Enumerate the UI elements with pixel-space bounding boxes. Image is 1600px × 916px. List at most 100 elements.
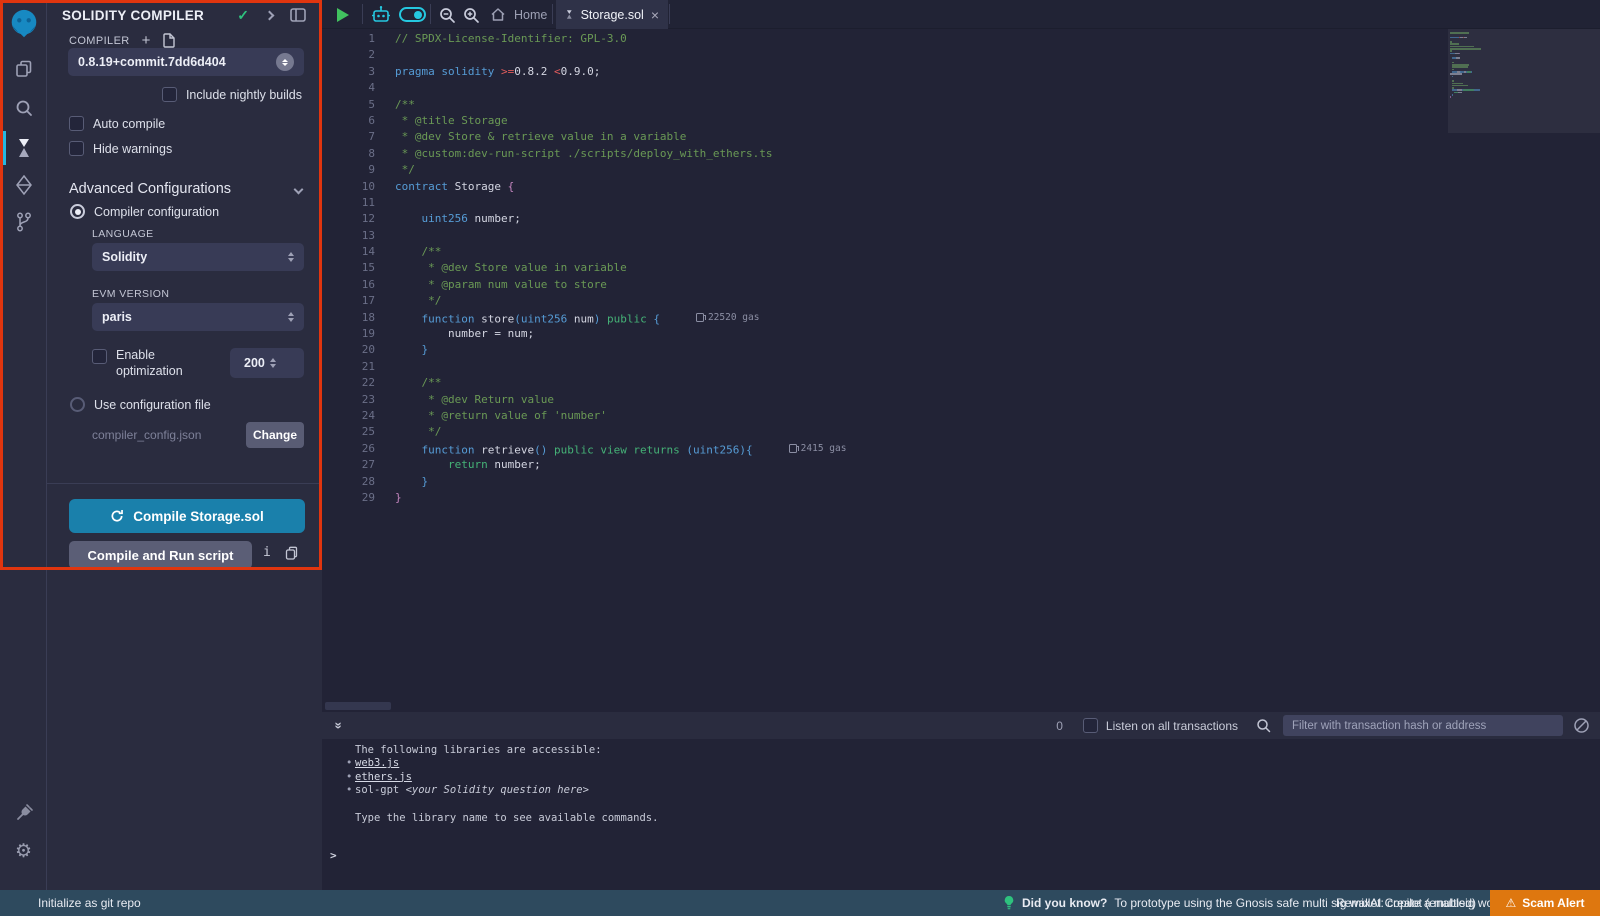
- solidity-compiler-icon: [15, 137, 33, 159]
- compile-button-label: Compile Storage.sol: [133, 509, 264, 524]
- close-tab-icon[interactable]: ×: [651, 8, 659, 22]
- tab-home[interactable]: Home: [482, 0, 555, 29]
- code-line[interactable]: 10contract Storage {: [322, 179, 1440, 195]
- tab-storage-sol[interactable]: Storage.sol ×: [556, 0, 668, 29]
- solidity-compiler-panel: SOLIDITY COMPILER ✓ COMPILER + 0.8.19+co…: [47, 0, 322, 890]
- use-configuration-file-label[interactable]: Use configuration file: [94, 398, 211, 412]
- remix-logo[interactable]: [0, 6, 47, 44]
- sidebar-item-file-explorer[interactable]: [0, 57, 47, 81]
- code-line[interactable]: 14 /**: [322, 244, 1440, 260]
- terminal-link[interactable]: web3.js: [355, 757, 399, 769]
- zoom-in-button[interactable]: [459, 0, 483, 29]
- minimap-slider[interactable]: [1448, 29, 1600, 133]
- gas-estimate-badge: 22520 gas: [696, 310, 759, 326]
- code-line[interactable]: 22 /**: [322, 375, 1440, 391]
- split-panel-icon[interactable]: [290, 8, 306, 22]
- enable-optimization-label[interactable]: Enable optimization: [116, 347, 201, 379]
- add-compiler-icon[interactable]: +: [142, 33, 151, 48]
- code-line[interactable]: 15 * @dev Store value in variable: [322, 260, 1440, 276]
- code-line[interactable]: 12 uint256 number;: [322, 211, 1440, 227]
- code-line[interactable]: 13: [322, 228, 1440, 244]
- compiler-configuration-radio[interactable]: [70, 204, 85, 219]
- code-line[interactable]: 1// SPDX-License-Identifier: GPL-3.0: [322, 31, 1440, 47]
- listen-transactions-label[interactable]: Listen on all transactions: [1106, 719, 1238, 733]
- code-line[interactable]: 18 function store(uint256 num) public {2…: [322, 310, 1440, 326]
- auto-compile-checkbox[interactable]: [69, 116, 84, 131]
- separator: [430, 4, 431, 24]
- listen-transactions-checkbox[interactable]: [1083, 718, 1098, 733]
- config-file-name: compiler_config.json: [92, 428, 201, 442]
- include-nightly-label[interactable]: Include nightly builds: [186, 88, 302, 102]
- sidebar-item-plugin-manager[interactable]: [0, 800, 47, 826]
- code-line[interactable]: 19 number = num;: [322, 326, 1440, 342]
- ai-copilot-button[interactable]: [368, 0, 394, 29]
- use-configuration-file-radio[interactable]: [70, 397, 85, 412]
- git-init-button[interactable]: Initialize as git repo: [38, 890, 141, 916]
- advanced-configurations-header[interactable]: Advanced Configurations: [69, 181, 302, 197]
- clear-console-icon[interactable]: [1573, 717, 1590, 734]
- code-line[interactable]: 16 * @param num value to store: [322, 277, 1440, 293]
- sidebar-item-solidity-compiler[interactable]: [0, 134, 47, 162]
- code-line[interactable]: 6 * @title Storage: [322, 113, 1440, 129]
- evm-version-select[interactable]: paris: [92, 303, 304, 331]
- run-script-button[interactable]: [330, 0, 356, 29]
- copilot-toggle[interactable]: [396, 0, 428, 29]
- code-line[interactable]: 27 return number;: [322, 457, 1440, 473]
- compile-and-run-button[interactable]: Compile and Run script: [69, 541, 252, 569]
- chevron-right-icon[interactable]: [265, 10, 275, 20]
- auto-compile-label[interactable]: Auto compile: [93, 117, 165, 131]
- copilot-status[interactable]: RemixAI Copilot (enabled): [1336, 890, 1476, 916]
- separator: [669, 4, 670, 24]
- code-line[interactable]: 4: [322, 80, 1440, 96]
- code-line[interactable]: 2: [322, 47, 1440, 63]
- minimap[interactable]: [1448, 29, 1600, 712]
- copy-icon[interactable]: [285, 546, 298, 560]
- code-line[interactable]: 21: [322, 359, 1440, 375]
- info-icon[interactable]: i: [263, 545, 271, 560]
- change-config-button[interactable]: Change: [246, 422, 304, 448]
- hide-warnings-checkbox[interactable]: [69, 141, 84, 156]
- code-editor[interactable]: 1// SPDX-License-Identifier: GPL-3.023pr…: [322, 29, 1600, 712]
- zoom-out-button[interactable]: [435, 0, 459, 29]
- terminal-link[interactable]: ethers.js: [355, 771, 412, 783]
- code-line[interactable]: 17 */: [322, 293, 1440, 309]
- code-line[interactable]: 24 * @return value of 'number': [322, 408, 1440, 424]
- scam-alert-badge[interactable]: ⚠ Scam Alert: [1490, 890, 1600, 916]
- transaction-filter-input[interactable]: [1283, 715, 1563, 736]
- code-line[interactable]: 5/**: [322, 97, 1440, 113]
- compiler-version-select[interactable]: 0.8.19+commit.7dd6d404: [68, 48, 304, 76]
- hide-warnings-label[interactable]: Hide warnings: [93, 142, 172, 156]
- code-line[interactable]: 23 * @dev Return value: [322, 392, 1440, 408]
- code-line[interactable]: 9 */: [322, 162, 1440, 178]
- code-line[interactable]: 3pragma solidity >=0.8.2 <0.9.0;: [322, 64, 1440, 80]
- code-area[interactable]: 1// SPDX-License-Identifier: GPL-3.023pr…: [322, 31, 1440, 506]
- horizontal-scrollbar-thumb[interactable]: [325, 702, 391, 710]
- language-select[interactable]: Solidity: [92, 243, 304, 271]
- terminal-output[interactable]: The following libraries are accessible:•…: [322, 739, 1600, 890]
- code-line[interactable]: 7 * @dev Store & retrieve value in a var…: [322, 129, 1440, 145]
- enable-optimization-checkbox[interactable]: [92, 349, 107, 364]
- compiler-section-row: COMPILER +: [69, 33, 176, 48]
- code-line[interactable]: 28 }: [322, 474, 1440, 490]
- panel-title: SOLIDITY COMPILER: [62, 8, 237, 23]
- compile-button[interactable]: Compile Storage.sol: [69, 499, 305, 533]
- compiler-configuration-label[interactable]: Compiler configuration: [94, 205, 219, 219]
- include-nightly-checkbox[interactable]: [162, 87, 177, 102]
- code-line[interactable]: 26 function retrieve() public view retur…: [322, 441, 1440, 457]
- sidebar-item-git[interactable]: [0, 209, 47, 235]
- code-line[interactable]: 20 }: [322, 342, 1440, 358]
- open-file-icon[interactable]: [162, 33, 176, 48]
- code-line[interactable]: 25 */: [322, 424, 1440, 440]
- code-line[interactable]: 8 * @custom:dev-run-script ./scripts/dep…: [322, 146, 1440, 162]
- sidebar-item-search[interactable]: [0, 96, 47, 120]
- optimization-runs-input[interactable]: 200: [230, 348, 304, 378]
- panel-divider: [47, 483, 322, 484]
- code-line[interactable]: 11: [322, 195, 1440, 211]
- line-number: 28: [322, 474, 375, 490]
- terminal-prompt[interactable]: >: [330, 849, 337, 862]
- sidebar-item-settings[interactable]: ⚙: [0, 838, 47, 864]
- terminal-collapse-icon[interactable]: »: [332, 719, 347, 733]
- sidebar-item-deploy-run[interactable]: [0, 173, 47, 197]
- transaction-count: 0: [1056, 719, 1063, 733]
- code-line[interactable]: 29}: [322, 490, 1440, 506]
